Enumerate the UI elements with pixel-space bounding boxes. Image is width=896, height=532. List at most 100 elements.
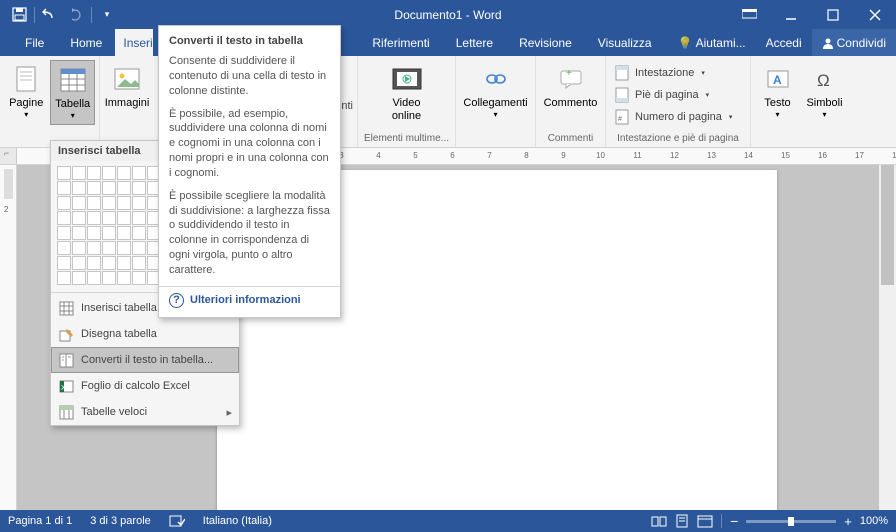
svg-text:Ω: Ω <box>817 71 830 90</box>
grid-cell[interactable] <box>57 226 71 240</box>
share-button[interactable]: Condividi <box>812 29 896 56</box>
grid-cell[interactable] <box>72 226 86 240</box>
read-mode-icon[interactable] <box>651 515 667 528</box>
grid-cell[interactable] <box>57 166 71 180</box>
grid-cell[interactable] <box>117 211 131 225</box>
redo-icon[interactable] <box>63 0 89 29</box>
tell-me-button[interactable]: 💡Aiutami... <box>668 29 756 56</box>
tab-references[interactable]: Riferimenti <box>359 29 442 56</box>
zoom-slider[interactable] <box>746 520 836 523</box>
grid-cell[interactable] <box>102 181 116 195</box>
grid-cell[interactable] <box>57 211 71 225</box>
undo-icon[interactable] <box>37 0 63 29</box>
grid-cell[interactable] <box>102 241 116 255</box>
zoom-in-icon[interactable]: + <box>844 514 852 529</box>
grid-cell[interactable] <box>87 181 101 195</box>
tab-view[interactable]: Visualizza <box>585 29 665 56</box>
zoom-thumb[interactable] <box>788 517 794 526</box>
grid-cell[interactable] <box>57 256 71 270</box>
grid-cell[interactable] <box>102 196 116 210</box>
grid-cell[interactable] <box>87 226 101 240</box>
ribbon-options-icon[interactable] <box>728 0 770 29</box>
window-controls <box>728 0 896 29</box>
page-status[interactable]: Pagina 1 di 1 <box>8 515 72 527</box>
tab-insert[interactable]: Inserisci <box>115 29 153 56</box>
table-button[interactable]: Tabella▾ <box>50 60 95 125</box>
grid-cell[interactable] <box>87 271 101 285</box>
symbols-button[interactable]: Ω Simboli▾ <box>802 60 847 123</box>
pages-button[interactable]: Pagine▾ <box>4 60 48 123</box>
grid-cell[interactable] <box>72 271 86 285</box>
grid-cell[interactable] <box>72 166 86 180</box>
grid-cell[interactable] <box>87 166 101 180</box>
comment-button[interactable]: + Commento <box>540 60 601 113</box>
grid-cell[interactable] <box>72 196 86 210</box>
grid-cell[interactable] <box>87 241 101 255</box>
links-button[interactable]: Collegamenti▾ <box>461 60 531 123</box>
grid-cell[interactable] <box>132 271 146 285</box>
page-number-button[interactable]: #Numero di pagina▾ <box>614 106 732 128</box>
grid-cell[interactable] <box>102 256 116 270</box>
quick-tables-item[interactable]: Tabelle veloci▸ <box>51 399 239 425</box>
text-button[interactable]: A Testo▾ <box>755 60 800 123</box>
grid-cell[interactable] <box>102 166 116 180</box>
grid-cell[interactable] <box>57 196 71 210</box>
grid-cell[interactable] <box>117 256 131 270</box>
grid-cell[interactable] <box>132 241 146 255</box>
print-layout-icon[interactable] <box>675 514 689 528</box>
grid-cell[interactable] <box>57 181 71 195</box>
grid-cell[interactable] <box>132 181 146 195</box>
grid-cell[interactable] <box>102 271 116 285</box>
grid-cell[interactable] <box>57 241 71 255</box>
pictures-button[interactable]: Immagini <box>104 60 150 113</box>
close-icon[interactable] <box>854 0 896 29</box>
grid-cell[interactable] <box>132 196 146 210</box>
grid-cell[interactable] <box>72 211 86 225</box>
grid-cell[interactable] <box>117 271 131 285</box>
tab-home[interactable]: Home <box>57 29 115 56</box>
zoom-level[interactable]: 100% <box>860 515 888 527</box>
web-layout-icon[interactable] <box>697 515 713 528</box>
grid-cell[interactable] <box>87 196 101 210</box>
header-button[interactable]: Intestazione▾ <box>614 62 732 84</box>
draw-table-item[interactable]: Disegna tabella <box>51 321 239 347</box>
table-icon <box>57 64 89 96</box>
video-button[interactable]: Video online <box>382 60 432 126</box>
spellcheck-icon[interactable] <box>169 514 185 528</box>
footer-button[interactable]: Piè di pagina▾ <box>614 84 732 106</box>
grid-cell[interactable] <box>57 271 71 285</box>
scroll-thumb[interactable] <box>881 165 894 285</box>
vertical-ruler[interactable]: 2 <box>0 165 17 510</box>
vertical-scrollbar[interactable] <box>879 165 896 510</box>
excel-spreadsheet-item[interactable]: XFoglio di calcolo Excel <box>51 373 239 399</box>
grid-cell[interactable] <box>72 256 86 270</box>
grid-cell[interactable] <box>132 211 146 225</box>
grid-cell[interactable] <box>102 226 116 240</box>
grid-cell[interactable] <box>117 241 131 255</box>
grid-cell[interactable] <box>117 196 131 210</box>
grid-cell[interactable] <box>72 181 86 195</box>
grid-cell[interactable] <box>87 211 101 225</box>
word-count[interactable]: 3 di 3 parole <box>90 515 151 527</box>
convert-text-item[interactable]: Converti il testo in tabella... <box>51 347 239 373</box>
zoom-out-icon[interactable]: − <box>730 513 738 529</box>
save-icon[interactable] <box>6 0 32 29</box>
signin-button[interactable]: Accedi <box>756 29 812 56</box>
grid-cell[interactable] <box>117 166 131 180</box>
grid-cell[interactable] <box>72 241 86 255</box>
grid-cell[interactable] <box>132 226 146 240</box>
grid-cell[interactable] <box>117 226 131 240</box>
grid-cell[interactable] <box>102 211 116 225</box>
tab-review[interactable]: Revisione <box>506 29 585 56</box>
grid-cell[interactable] <box>117 181 131 195</box>
grid-cell[interactable] <box>132 166 146 180</box>
grid-cell[interactable] <box>132 256 146 270</box>
minimize-icon[interactable] <box>770 0 812 29</box>
maximize-icon[interactable] <box>812 0 854 29</box>
grid-cell[interactable] <box>87 256 101 270</box>
tooltip-more-link[interactable]: ?Ulteriori informazioni <box>169 293 330 308</box>
qat-customize-icon[interactable]: ▾ <box>94 0 120 29</box>
tab-mailings[interactable]: Lettere <box>443 29 506 56</box>
language-status[interactable]: Italiano (Italia) <box>203 515 272 527</box>
tab-file[interactable]: File <box>12 29 57 56</box>
